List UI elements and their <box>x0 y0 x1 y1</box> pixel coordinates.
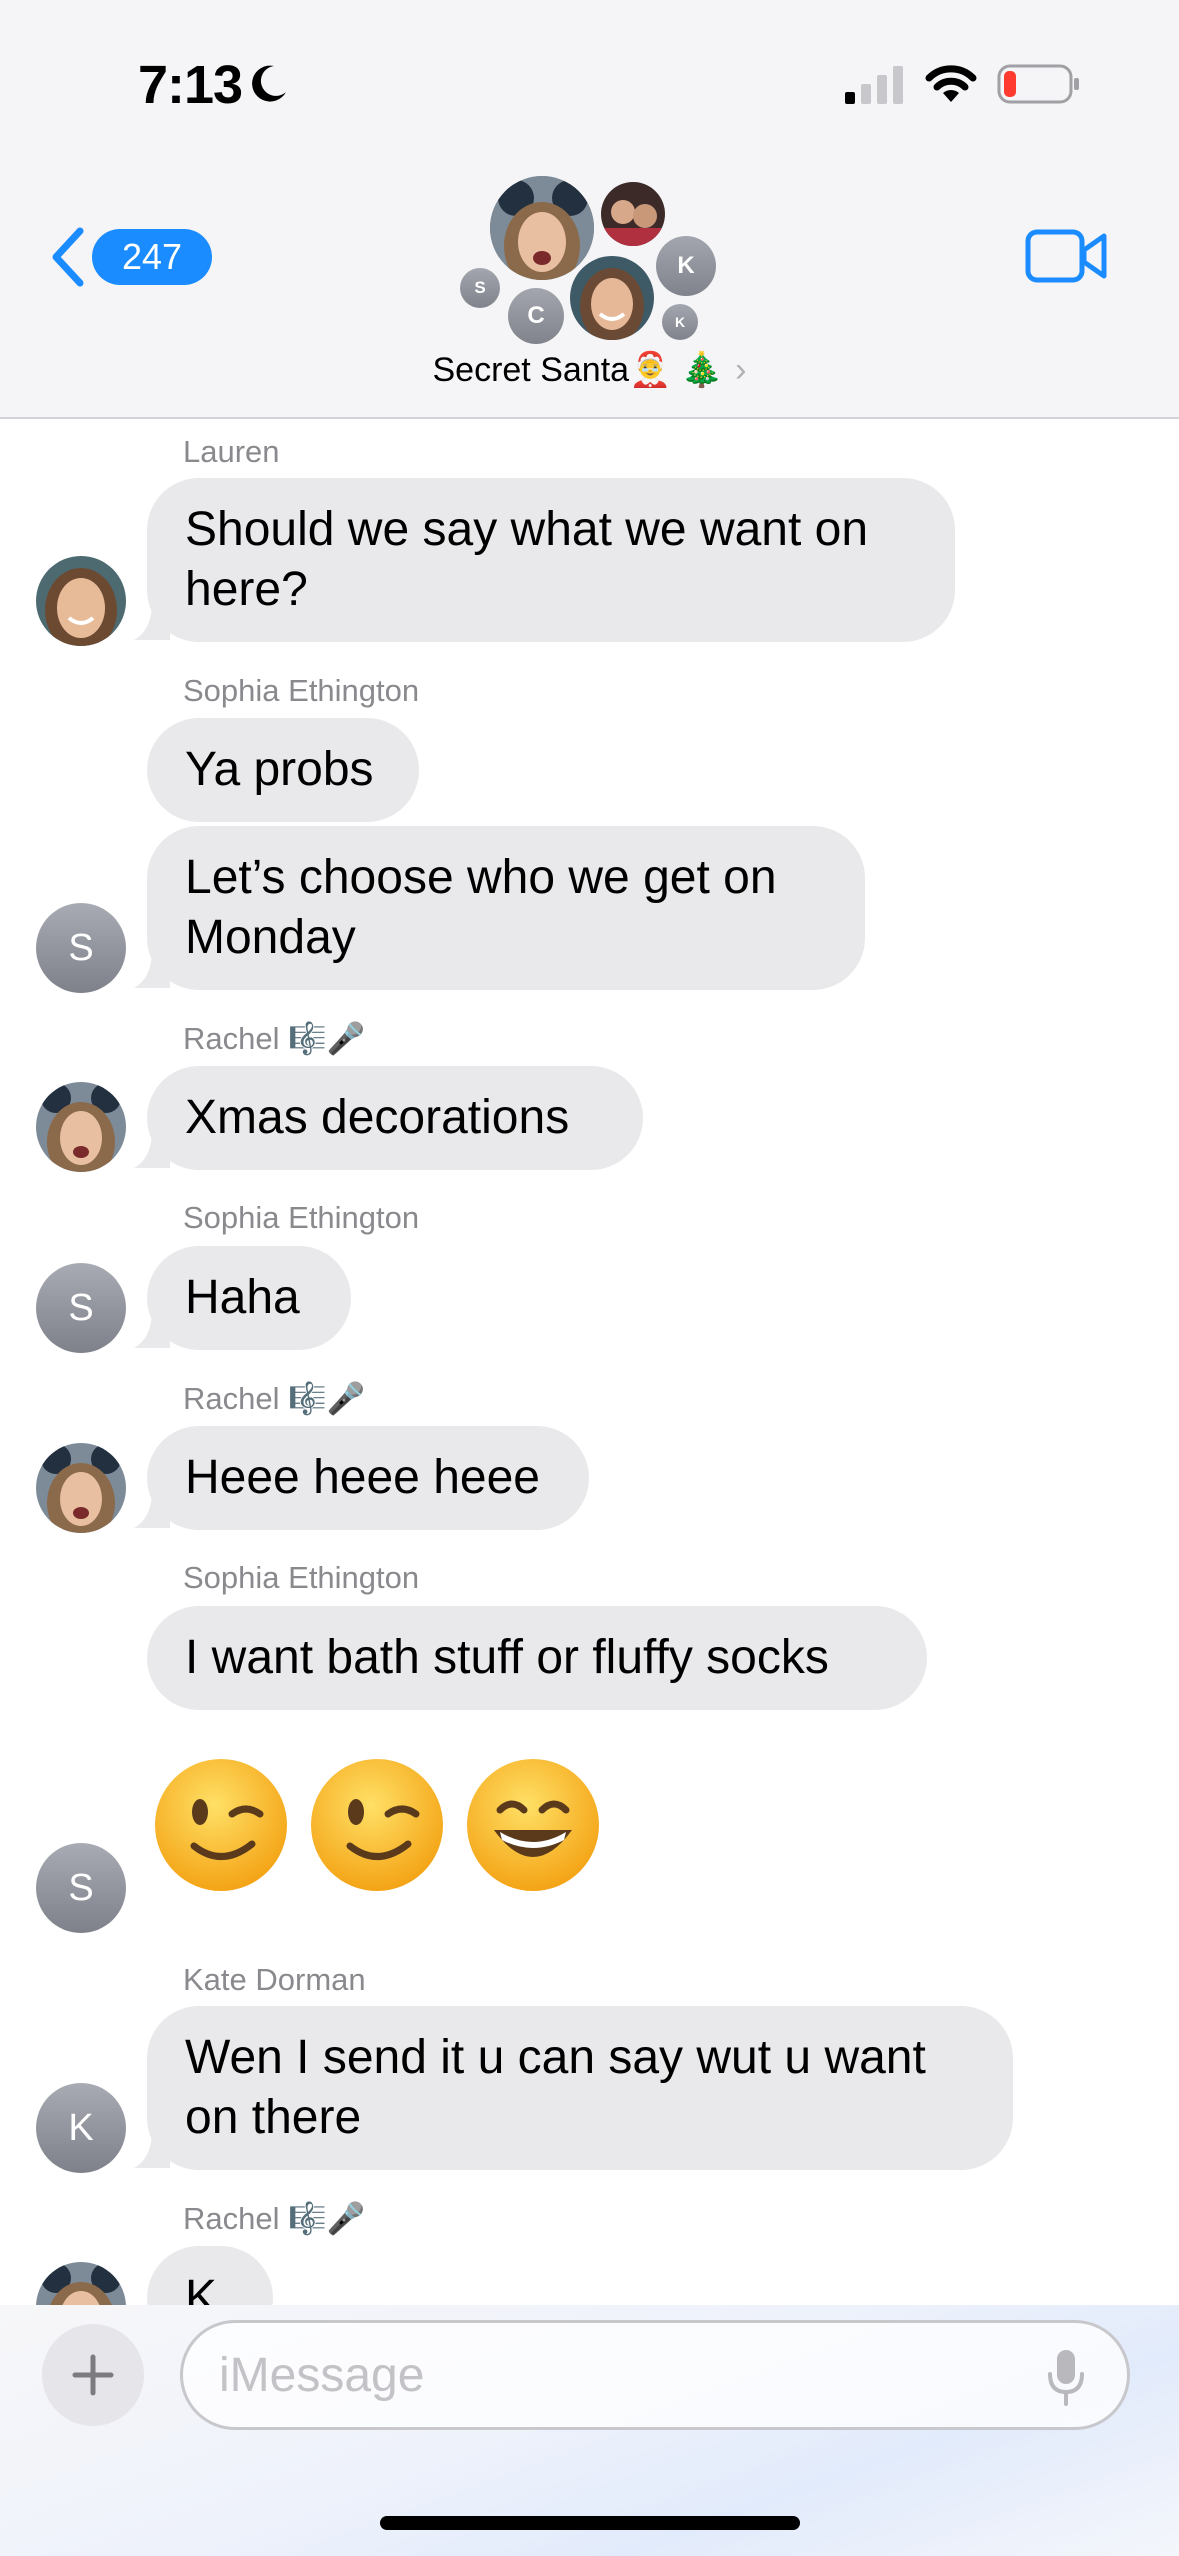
avatar: S <box>36 1263 126 1353</box>
sender-name: Sophia Ethington <box>183 1560 420 1595</box>
message-bubble[interactable]: Heee heee heee <box>147 1426 589 1530</box>
status-time: 7:13 <box>138 55 243 115</box>
sender-name: Sophia Ethington <box>183 673 420 708</box>
sender-name: Rachel 🎼🎤 <box>183 2201 366 2236</box>
message-bubble[interactable]: Wen I send it u can say wut u want on th… <box>147 2006 1013 2170</box>
avatar: K <box>36 2083 126 2173</box>
bubble-tail <box>134 1310 170 1348</box>
input-placeholder: iMessage <box>219 2348 425 2402</box>
chevron-right-icon: › <box>735 351 747 389</box>
plus-icon <box>72 2354 114 2396</box>
avatar: S <box>36 1843 126 1933</box>
battery-icon <box>997 64 1079 104</box>
group-name-text: Secret Santa🤶 🎄 <box>432 351 724 389</box>
grinning-face-emoji[interactable] <box>464 1756 602 1894</box>
message-bubble[interactable]: Ya probs <box>147 718 419 822</box>
sender-name: Lauren <box>183 434 280 469</box>
group-avatar-cluster[interactable]: K S C K <box>455 176 725 346</box>
bubble-tail <box>134 2130 170 2168</box>
group-member-avatar <box>601 182 665 246</box>
sender-name: Sophia Ethington <box>183 1200 420 1235</box>
avatar <box>36 1082 126 1172</box>
group-member-avatar: S <box>460 268 500 308</box>
cellular-signal-icon <box>845 66 903 104</box>
bubble-tail <box>134 602 170 640</box>
group-member-avatar: K <box>656 236 716 296</box>
group-member-avatar: C <box>508 288 564 344</box>
group-member-avatar: K <box>662 304 698 340</box>
sender-name: Rachel 🎼🎤 <box>183 1381 366 1416</box>
bubble-tail <box>134 1130 170 1168</box>
avatar: S <box>36 903 126 993</box>
back-button[interactable]: 247 <box>48 222 212 292</box>
group-member-avatar <box>570 256 654 340</box>
group-name[interactable]: Secret Santa🤶 🎄 › <box>0 350 1179 390</box>
microphone-icon[interactable] <box>1046 2348 1086 2408</box>
conversation-header: 7:13 247 K S C K Secret Santa🤶 🎄 › <box>0 0 1179 419</box>
apps-plus-button[interactable] <box>42 2324 144 2426</box>
video-call-icon[interactable] <box>1024 226 1108 286</box>
sender-name: Kate Dorman <box>183 1962 366 1997</box>
message-bubble[interactable]: I want bath stuff or fluffy socks <box>147 1606 927 1710</box>
avatar <box>36 556 126 646</box>
winking-face-emoji[interactable] <box>152 1756 290 1894</box>
back-chevron-icon <box>52 227 84 287</box>
wifi-icon <box>925 65 977 102</box>
bubble-tail <box>134 950 170 988</box>
message-bubble[interactable]: Should we say what we want on here? <box>147 478 955 642</box>
message-bubble[interactable]: Haha <box>147 1246 351 1350</box>
bubble-tail <box>134 1490 170 1528</box>
message-bubble[interactable]: Let’s choose who we get on Monday <box>147 826 865 990</box>
imessage-input[interactable]: iMessage <box>180 2320 1130 2430</box>
sender-name: Rachel 🎼🎤 <box>183 1021 366 1056</box>
avatar <box>36 1443 126 1533</box>
message-bubble[interactable]: Xmas decorations <box>147 1066 643 1170</box>
home-indicator <box>380 2516 800 2530</box>
moon-icon <box>252 65 286 102</box>
winking-face-emoji[interactable] <box>308 1756 446 1894</box>
group-member-avatar <box>490 176 594 280</box>
unread-count-badge: 247 <box>92 229 212 285</box>
